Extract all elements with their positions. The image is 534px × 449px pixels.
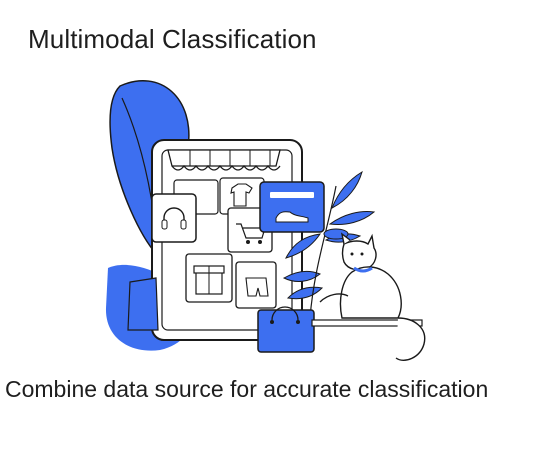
multimodal-illustration: [105, 80, 426, 362]
shopping-bag-icon: [257, 306, 315, 353]
shorts-icon: [235, 261, 277, 309]
page-title: Multimodal Classification: [28, 24, 317, 54]
cat-icon: [319, 232, 426, 362]
gift-box-icon: [185, 253, 233, 303]
slide: Multimodal Classification Combine data s…: [0, 0, 534, 449]
caption: Combine data source for accurate classif…: [5, 376, 489, 402]
sneaker-icon: [259, 181, 325, 233]
headphones-icon: [151, 193, 197, 243]
